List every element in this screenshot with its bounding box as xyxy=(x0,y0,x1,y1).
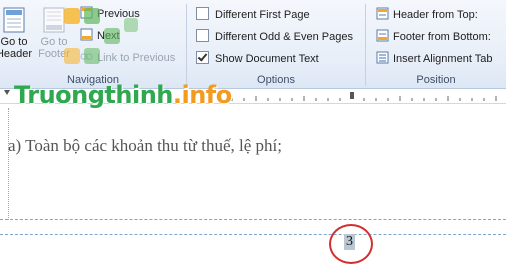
different-odd-even-label: Different Odd & Even Pages xyxy=(215,31,353,43)
checkbox-box xyxy=(196,29,209,42)
show-document-text-label: Show Document Text xyxy=(215,53,319,65)
header-from-top-icon xyxy=(376,7,389,20)
annotation-circle xyxy=(329,224,373,264)
header-from-top-control[interactable]: Header from Top: xyxy=(376,7,478,23)
watermark-logo: Truongthinh.info xyxy=(0,8,232,110)
page-boundary xyxy=(0,219,506,220)
footer-boundary xyxy=(0,234,506,235)
go-to-header-button[interactable]: Go to Header xyxy=(0,6,34,60)
insert-alignment-tab-label: Insert Alignment Tab xyxy=(393,53,493,65)
body-text[interactable]: a) Toàn bộ các khoản thu từ thuế, lệ phí… xyxy=(8,136,282,156)
insert-alignment-tab-button[interactable]: Insert Alignment Tab xyxy=(376,51,492,67)
checkbox-box xyxy=(196,7,209,20)
footer-from-bottom-label: Footer from Bottom: xyxy=(393,31,491,43)
position-group-label: Position xyxy=(416,74,456,86)
watermark-squares-icon xyxy=(62,2,142,82)
header-from-top-label: Header from Top: xyxy=(393,9,478,21)
footer-from-bottom-icon xyxy=(376,29,389,42)
alignment-tab-icon xyxy=(376,51,389,64)
watermark-text: Truongthinh.info xyxy=(0,81,232,109)
show-document-text-checkbox[interactable]: Show Document Text xyxy=(196,51,319,67)
different-first-page-checkbox[interactable]: Different First Page xyxy=(196,7,310,23)
checkbox-box-checked xyxy=(196,51,209,64)
different-first-page-label: Different First Page xyxy=(215,9,310,21)
different-odd-even-checkbox[interactable]: Different Odd & Even Pages xyxy=(196,29,353,45)
go-to-header-label: Go to Header xyxy=(0,36,33,60)
footer-from-bottom-control[interactable]: Footer from Bottom: xyxy=(376,29,491,45)
margin-guide xyxy=(8,108,9,220)
document-page[interactable] xyxy=(0,104,506,263)
watermark-text-main: Truongthinh xyxy=(14,81,173,109)
watermark-text-dot: .info xyxy=(172,81,232,109)
go-to-header-icon xyxy=(0,6,28,34)
